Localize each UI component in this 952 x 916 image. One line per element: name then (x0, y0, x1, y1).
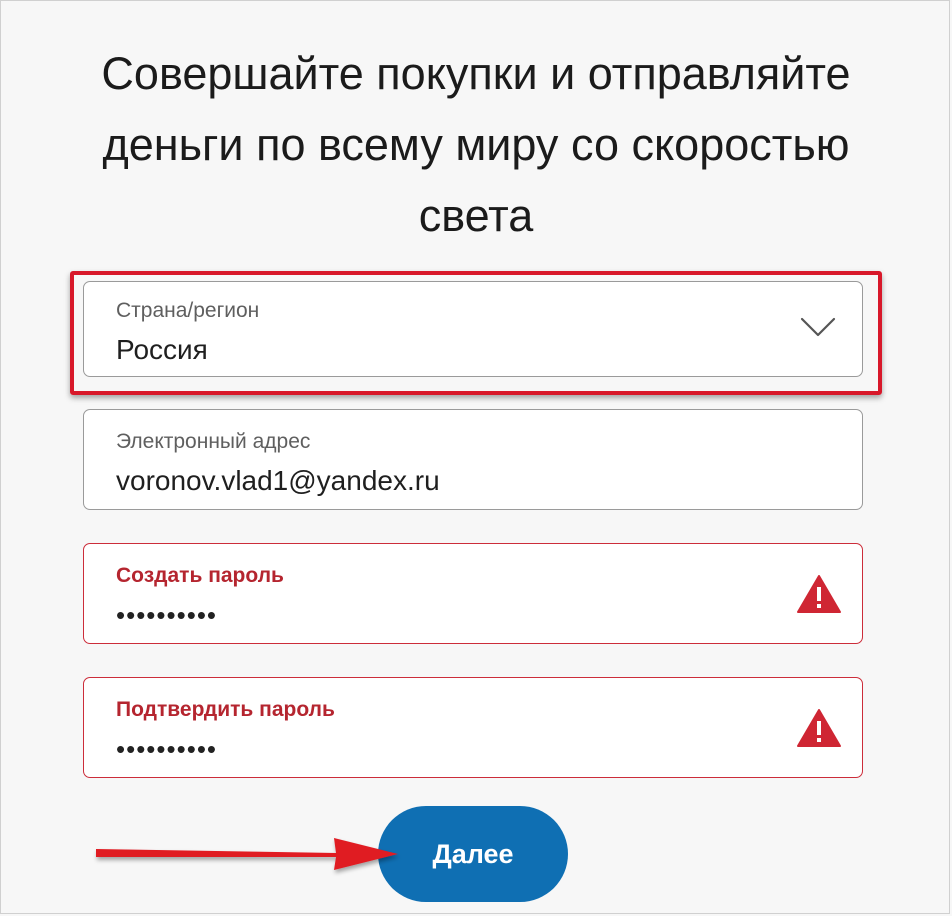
warning-icon (797, 575, 841, 613)
confirm-password-field[interactable]: Подтвердить пароль •••••••••• (83, 677, 863, 778)
password-label: Создать пароль (116, 564, 284, 587)
confirm-password-label: Подтвердить пароль (116, 698, 335, 721)
password-field[interactable]: Создать пароль •••••••••• (83, 543, 863, 644)
annotation-highlight-box (70, 271, 882, 395)
warning-icon (797, 709, 841, 747)
email-field[interactable]: Электронный адрес voronov.vlad1@yandex.r… (83, 409, 863, 510)
arrow-annotation-icon (96, 838, 398, 870)
email-label: Электронный адрес (116, 430, 311, 453)
page-title: Совершайте покупки и отправляйте деньги … (101, 48, 851, 241)
email-value: voronov.vlad1@yandex.ru (116, 465, 440, 496)
confirm-password-value: •••••••••• (116, 734, 218, 764)
password-value: •••••••••• (116, 600, 218, 630)
